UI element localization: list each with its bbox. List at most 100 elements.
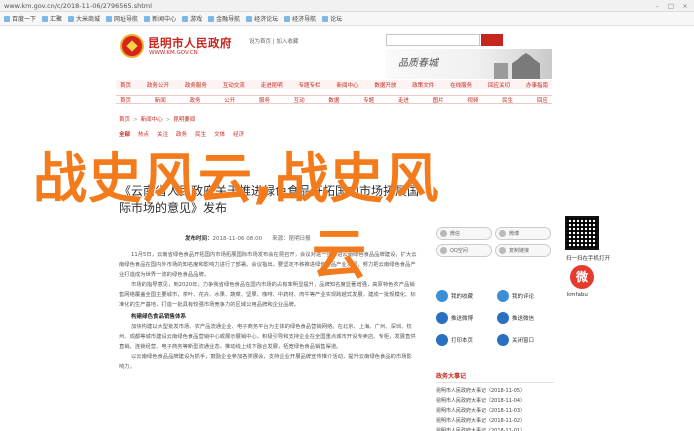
secondary-nav-item[interactable]: 公开 [224,96,235,104]
share-icon [499,247,506,254]
action-label: 推送微信 [512,316,535,322]
secondary-nav-item[interactable]: 互动 [294,96,305,104]
related-link[interactable]: 昆明市人民政府大事记（2018-11-01） [436,426,554,431]
bookmark-item[interactable]: 游戏 [182,14,202,23]
sub-nav-item[interactable]: 全部 [119,130,130,138]
site-title[interactable]: 昆明市人民政府 [148,35,232,51]
primary-nav-item[interactable]: 专题专栏 [299,81,321,89]
address-bar[interactable]: www.km.gov.cn/c/2018-11-06/2796565.shtml… [0,0,694,12]
primary-nav-item[interactable]: 数据开放 [374,81,396,89]
secondary-nav-item[interactable]: 新闻 [155,96,166,104]
primary-nav-item[interactable]: 政务服务 [185,81,207,89]
bookmark-label: 经济论坛 [254,16,279,23]
breadcrumb-item[interactable]: 新闻中心 [141,117,163,123]
sub-nav-item[interactable]: 文体 [214,130,225,138]
action-item[interactable]: 我的评论 [497,290,554,302]
bookmark-item[interactable]: 网址导航 [106,14,138,23]
secondary-nav-item[interactable]: 服务 [259,96,270,104]
primary-nav-item[interactable]: 首页 [120,81,131,89]
sub-nav-item[interactable]: 经济 [233,130,244,138]
bookmark-icon [68,15,75,22]
bookmark-icon [322,15,329,22]
action-item[interactable]: 打印本页 [436,334,493,346]
publish-time-label: 发布时间： [185,236,213,242]
bookmark-icon [42,15,49,22]
article-body: 11月5日，云南省绿色食品开拓国内市场拓展国际市场发布会在昆召开，会议对进一步推… [119,250,417,372]
action-item[interactable]: 推送微信 [497,312,554,324]
primary-nav-item[interactable]: 政务公开 [147,81,169,89]
article-meta: 发布时间：2018-11-06 08:00 来源：昆明日报 [185,234,311,242]
window-controls: – □ × [652,2,690,10]
related-link[interactable]: 昆明市人民政府大事记（2018-11-02） [436,416,554,426]
bookmark-item[interactable]: 论坛 [322,14,342,23]
action-icon [436,290,448,302]
maximize-icon[interactable]: □ [666,2,676,10]
sub-nav-item[interactable]: 热点 [138,130,149,138]
breadcrumb-item[interactable]: 首页 [119,117,130,123]
related-link[interactable]: 昆明市人民政府大事记（2018-11-05） [436,386,554,396]
share-icon [440,247,447,254]
search-button[interactable] [481,34,503,46]
action-item[interactable]: 我的收藏 [436,290,493,302]
primary-nav-item[interactable]: 回应关切 [488,81,510,89]
breadcrumb-item[interactable]: 昆明要闻 [173,117,195,123]
bookmark-icon [208,15,215,22]
primary-nav-item[interactable]: 政策文件 [412,81,434,89]
bookmark-label: 论坛 [330,16,343,23]
sub-nav-item[interactable]: 关注 [157,130,168,138]
close-icon[interactable]: × [680,2,690,10]
minimize-icon[interactable]: – [652,2,662,10]
secondary-nav-item[interactable]: 回应 [537,96,548,104]
action-label: 打印本页 [451,338,474,344]
share-button[interactable]: QQ空间 [436,244,492,257]
secondary-nav-item[interactable]: 视频 [467,96,478,104]
share-button[interactable]: 复制链接 [495,244,551,257]
secondary-nav-item[interactable]: 走进 [398,96,409,104]
secondary-nav-item[interactable]: 政务 [189,96,200,104]
banner-calligraphy: 品质春城 [398,58,438,69]
bookmark-item[interactable]: 金融导航 [208,14,240,23]
national-emblem-icon [120,34,144,58]
action-icon [497,334,509,346]
bookmark-label: 网址导航 [114,16,139,23]
sub-nav-item[interactable]: 政务 [176,130,187,138]
primary-nav-item[interactable]: 走进昆明 [261,81,283,89]
bookmark-label: 百度一下 [12,16,37,23]
bookmark-icon [106,15,113,22]
related-heading[interactable]: 政务大事记 [436,371,554,383]
weibo-app-icon[interactable]: 微 [570,265,594,289]
bookmark-item[interactable]: 汇聚 [42,14,62,23]
secondary-nav-item[interactable]: 民生 [502,96,513,104]
article-source: 来源：昆明日报 [272,236,311,242]
secondary-nav-item[interactable]: 图片 [433,96,444,104]
secondary-nav-item[interactable]: 首页 [120,96,131,104]
action-item[interactable]: 推送微博 [436,312,493,324]
related-link[interactable]: 昆明市人民政府大事记（2018-11-03） [436,406,554,416]
site-header: 昆明市人民政府 WWW.KM.GOV.CN 设为首页 | 加入收藏 品质春城 [116,26,552,80]
primary-nav-item[interactable]: 互动交流 [223,81,245,89]
bookmark-item[interactable]: 百度一下 [4,14,36,23]
search-input[interactable] [386,34,480,46]
bookmark-item[interactable]: 大米商城 [68,14,100,23]
header-links[interactable]: 设为首页 | 加入收藏 [249,37,298,45]
action-label: 关闭窗口 [512,338,535,344]
related-news: 政务大事记 昆明市人民政府大事记（2018-11-05） 昆明市人民政府大事记（2… [436,371,554,431]
bookmark-item[interactable]: 新闻中心 [144,14,176,23]
secondary-nav-item[interactable]: 专题 [363,96,374,104]
breadcrumb: 首页 > 新闻中心 > 昆明要闻 [119,115,195,123]
related-link[interactable]: 昆明市人民政府大事记（2018-11-04） [436,396,554,406]
url-text[interactable]: www.km.gov.cn/c/2018-11-06/2796565.shtml [4,2,652,10]
bookmark-icon [182,15,189,22]
secondary-nav-item[interactable]: 数据 [328,96,339,104]
share-button[interactable]: 微博 [495,227,551,240]
share-button[interactable]: 微信 [436,227,492,240]
bookmark-item[interactable]: 经济论坛 [246,14,278,23]
primary-nav-item[interactable]: 在线服务 [450,81,472,89]
bookmark-icon [246,15,253,22]
sub-nav-item[interactable]: 民生 [195,130,206,138]
action-item[interactable]: 关闭窗口 [497,334,554,346]
bookmark-item[interactable]: 经济导航 [284,14,316,23]
primary-nav-item[interactable]: 新闻中心 [336,81,358,89]
bookmark-icon [4,15,10,22]
primary-nav-item[interactable]: 办事指南 [526,81,548,89]
